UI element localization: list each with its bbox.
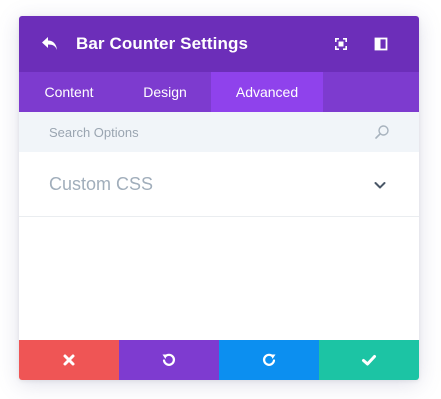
modal-title: Bar Counter Settings	[76, 34, 249, 53]
check-icon	[362, 355, 376, 366]
back-button[interactable]	[39, 33, 61, 55]
search-bar	[19, 112, 419, 152]
tab-advanced[interactable]: Advanced	[211, 72, 323, 112]
sidebar-toggle-button[interactable]	[373, 36, 389, 52]
section-title: Custom CSS	[49, 174, 154, 194]
tab-bar: Content Design Advanced	[19, 72, 419, 112]
undo-icon	[162, 353, 176, 366]
close-icon	[63, 354, 75, 366]
back-arrow-icon	[42, 37, 57, 50]
custom-css-section-toggle[interactable]: Custom CSS	[19, 152, 419, 217]
undo-button[interactable]	[119, 340, 219, 380]
tab-content[interactable]: Content	[19, 72, 119, 112]
fullscreen-button[interactable]	[333, 36, 349, 52]
settings-modal: Bar Counter Settings Content Design Adva…	[19, 16, 419, 380]
search-icon	[375, 125, 389, 139]
save-button[interactable]	[319, 340, 419, 380]
modal-footer	[19, 340, 419, 380]
modal-header: Bar Counter Settings	[19, 16, 419, 72]
tab-design[interactable]: Design	[119, 72, 211, 112]
sidebar-toggle-icon	[374, 37, 388, 51]
chevron-down-icon	[374, 182, 386, 189]
fullscreen-icon	[335, 38, 347, 50]
search-input[interactable]	[37, 118, 367, 146]
cancel-button[interactable]	[19, 340, 119, 380]
redo-button[interactable]	[219, 340, 319, 380]
redo-icon	[262, 353, 276, 366]
